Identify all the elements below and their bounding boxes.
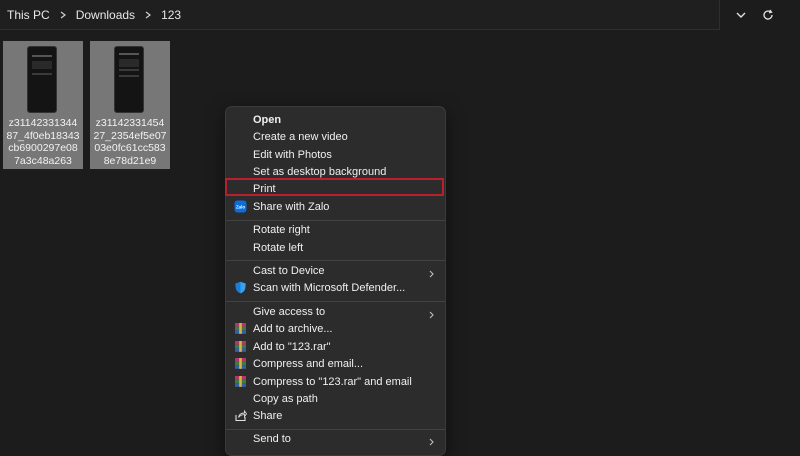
breadcrumb-downloads[interactable]: Downloads: [76, 8, 135, 22]
file-thumbnail: [114, 46, 144, 113]
menu-item-add-rar[interactable]: Add to "123.rar": [230, 338, 441, 355]
chevron-right-icon: [428, 435, 436, 445]
refresh-icon[interactable]: [753, 0, 783, 30]
menu-divider: [226, 260, 445, 261]
menu-item-share-zalo[interactable]: Zalo Share with Zalo: [230, 198, 441, 215]
chevron-right-icon: [428, 308, 436, 318]
breadcrumb-123[interactable]: 123: [161, 8, 181, 22]
breadcrumb: This PC Downloads 123: [0, 8, 181, 22]
menu-item-add-archive[interactable]: Add to archive...: [230, 320, 441, 337]
winrar-icon: [234, 322, 247, 335]
menu-item-rotate-right[interactable]: Rotate right: [230, 221, 441, 238]
share-icon: [234, 409, 247, 422]
file-name: z3114233134487_4f0eb18343cb6900297e087a3…: [6, 117, 80, 167]
file-thumbnail: [27, 46, 57, 113]
shield-icon: [234, 281, 247, 294]
file-item[interactable]: z3114233134487_4f0eb18343cb6900297e087a3…: [3, 41, 83, 169]
menu-item-create-video[interactable]: Create a new video: [230, 128, 441, 145]
file-name: z3114233145427_2354ef5e0703e0fc61cc5838e…: [93, 117, 167, 167]
menu-item-cast[interactable]: Cast to Device: [230, 262, 441, 279]
menu-item-share[interactable]: Share: [230, 407, 441, 424]
context-menu: Open Create a new video Edit with Photos…: [225, 106, 446, 456]
menu-item-send-to[interactable]: Send to: [230, 430, 441, 447]
chevron-right-icon[interactable]: [58, 10, 68, 20]
winrar-icon: [234, 375, 247, 388]
winrar-icon: [234, 357, 247, 370]
menu-divider: [226, 301, 445, 302]
chevron-down-icon[interactable]: [726, 0, 756, 30]
menu-item-compress-email[interactable]: Compress and email...: [230, 355, 441, 372]
print-highlight-box: [225, 178, 444, 196]
menu-item-edit-photos[interactable]: Edit with Photos: [230, 146, 441, 163]
address-bar[interactable]: This PC Downloads 123: [0, 0, 746, 30]
menu-item-copy-path[interactable]: Copy as path: [230, 390, 441, 407]
zalo-icon: Zalo: [234, 200, 247, 213]
menu-item-scan-defender[interactable]: Scan with Microsoft Defender...: [230, 279, 441, 296]
winrar-icon: [234, 340, 247, 353]
menu-item-give-access[interactable]: Give access to: [230, 303, 441, 320]
menu-item-rotate-left[interactable]: Rotate left: [230, 239, 441, 256]
file-item[interactable]: z3114233145427_2354ef5e0703e0fc61cc5838e…: [90, 41, 170, 169]
chevron-right-icon[interactable]: [143, 10, 153, 20]
breadcrumb-this-pc[interactable]: This PC: [7, 8, 50, 22]
chevron-right-icon: [428, 267, 436, 277]
menu-item-compress-rar-email[interactable]: Compress to "123.rar" and email: [230, 373, 441, 390]
svg-text:Zalo: Zalo: [236, 204, 245, 209]
menu-item-open[interactable]: Open: [230, 111, 441, 128]
